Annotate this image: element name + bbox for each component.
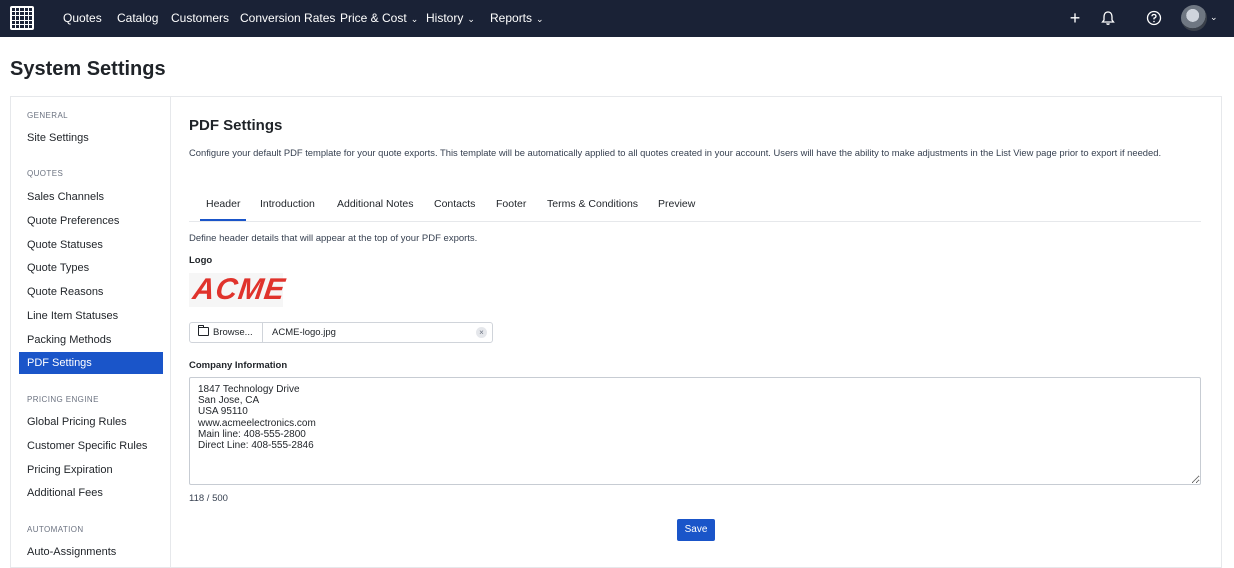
sidebar-item-sales-channels[interactable]: Sales Channels xyxy=(19,186,163,208)
logo-file-input[interactable]: Browse... ACME-logo.jpg × xyxy=(189,322,493,343)
app-grid-logo-icon[interactable] xyxy=(10,6,34,30)
sidebar-item-auto-assignments[interactable]: Auto-Assignments xyxy=(19,541,163,563)
settings-sidebar: GENERAL Site Settings QUOTES Sales Chann… xyxy=(10,96,171,568)
chevron-down-icon[interactable]: ⌄ xyxy=(1210,12,1218,23)
user-avatar[interactable] xyxy=(1181,5,1207,31)
page-title: System Settings xyxy=(10,58,166,80)
nav-catalog[interactable]: Catalog xyxy=(117,11,158,25)
tab-preview[interactable]: Preview xyxy=(658,197,695,217)
save-button[interactable]: Save xyxy=(677,519,715,541)
acme-logo-image: ACME xyxy=(190,273,288,306)
folder-icon xyxy=(198,325,209,336)
nav-customers[interactable]: Customers xyxy=(171,11,229,25)
file-name: ACME-logo.jpg xyxy=(272,327,336,338)
sidebar-item-packing-methods[interactable]: Packing Methods xyxy=(19,329,163,351)
bell-icon[interactable] xyxy=(1099,6,1117,30)
top-nav: Quotes Catalog Customers Conversion Rate… xyxy=(0,0,1234,37)
chevron-down-icon: ⌄ xyxy=(536,14,544,24)
clear-file-icon[interactable]: × xyxy=(476,327,487,338)
tab-introduction[interactable]: Introduction xyxy=(260,197,315,217)
sidebar-item-global-pricing-rules[interactable]: Global Pricing Rules xyxy=(19,411,163,433)
sidebar-section-quotes: QUOTES xyxy=(27,169,64,178)
sidebar-item-quote-reasons[interactable]: Quote Reasons xyxy=(19,281,163,303)
help-icon[interactable] xyxy=(1145,6,1163,30)
logo-label: Logo xyxy=(189,255,213,266)
sidebar-section-general: GENERAL xyxy=(27,111,69,120)
char-counter: 118 / 500 xyxy=(189,493,228,504)
company-info-textarea[interactable]: 1847 Technology Drive San Jose, CA USA 9… xyxy=(189,377,1201,485)
sidebar-item-quote-statuses[interactable]: Quote Statuses xyxy=(19,234,163,256)
sidebar-item-line-item-statuses[interactable]: Line Item Statuses xyxy=(19,305,163,327)
browse-label: Browse... xyxy=(213,327,253,338)
nav-history-label: History xyxy=(426,11,464,25)
logo-preview: ACME xyxy=(189,273,288,307)
tab-header[interactable]: Header xyxy=(200,197,247,221)
sidebar-item-additional-fees[interactable]: Additional Fees xyxy=(19,482,163,504)
company-info-label: Company Information xyxy=(189,360,288,371)
nav-price-cost-label: Price & Cost xyxy=(340,11,407,25)
tab-footer[interactable]: Footer xyxy=(496,197,526,217)
nav-reports[interactable]: Reports ⌄ xyxy=(490,11,544,26)
sidebar-section-automation: AUTOMATION xyxy=(27,525,84,534)
add-icon[interactable]: + xyxy=(1066,6,1084,30)
nav-conversion-rates[interactable]: Conversion Rates xyxy=(240,11,335,25)
chevron-down-icon: ⌄ xyxy=(467,14,475,24)
sidebar-section-pricing-engine: PRICING ENGINE xyxy=(27,395,99,404)
sidebar-item-customer-specific-rules[interactable]: Customer Specific Rules xyxy=(19,435,163,457)
tab-terms-conditions[interactable]: Terms & Conditions xyxy=(547,197,638,217)
nav-price-cost[interactable]: Price & Cost ⌄ xyxy=(340,11,418,26)
nav-reports-label: Reports xyxy=(490,11,533,25)
nav-history[interactable]: History ⌄ xyxy=(426,11,475,26)
tab-additional-notes[interactable]: Additional Notes xyxy=(337,197,413,217)
chevron-down-icon: ⌄ xyxy=(410,14,419,24)
browse-button[interactable]: Browse... xyxy=(190,323,263,342)
pdf-tabs: Header Introduction Additional Notes Con… xyxy=(189,195,1201,222)
section-title: PDF Settings xyxy=(189,117,283,134)
sidebar-item-site-settings[interactable]: Site Settings xyxy=(19,127,163,149)
sidebar-item-pdf-settings[interactable]: PDF Settings xyxy=(19,352,163,374)
tab-contacts[interactable]: Contacts xyxy=(434,197,475,217)
header-description: Define header details that will appear a… xyxy=(189,233,478,244)
nav-quotes[interactable]: Quotes xyxy=(63,11,102,25)
sidebar-item-quote-types[interactable]: Quote Types xyxy=(19,257,163,279)
sidebar-item-pricing-expiration[interactable]: Pricing Expiration xyxy=(19,459,163,481)
pdf-settings-panel: PDF Settings Configure your default PDF … xyxy=(170,96,1222,568)
sidebar-item-quote-preferences[interactable]: Quote Preferences xyxy=(19,210,163,232)
section-description: Configure your default PDF template for … xyxy=(189,147,1162,158)
